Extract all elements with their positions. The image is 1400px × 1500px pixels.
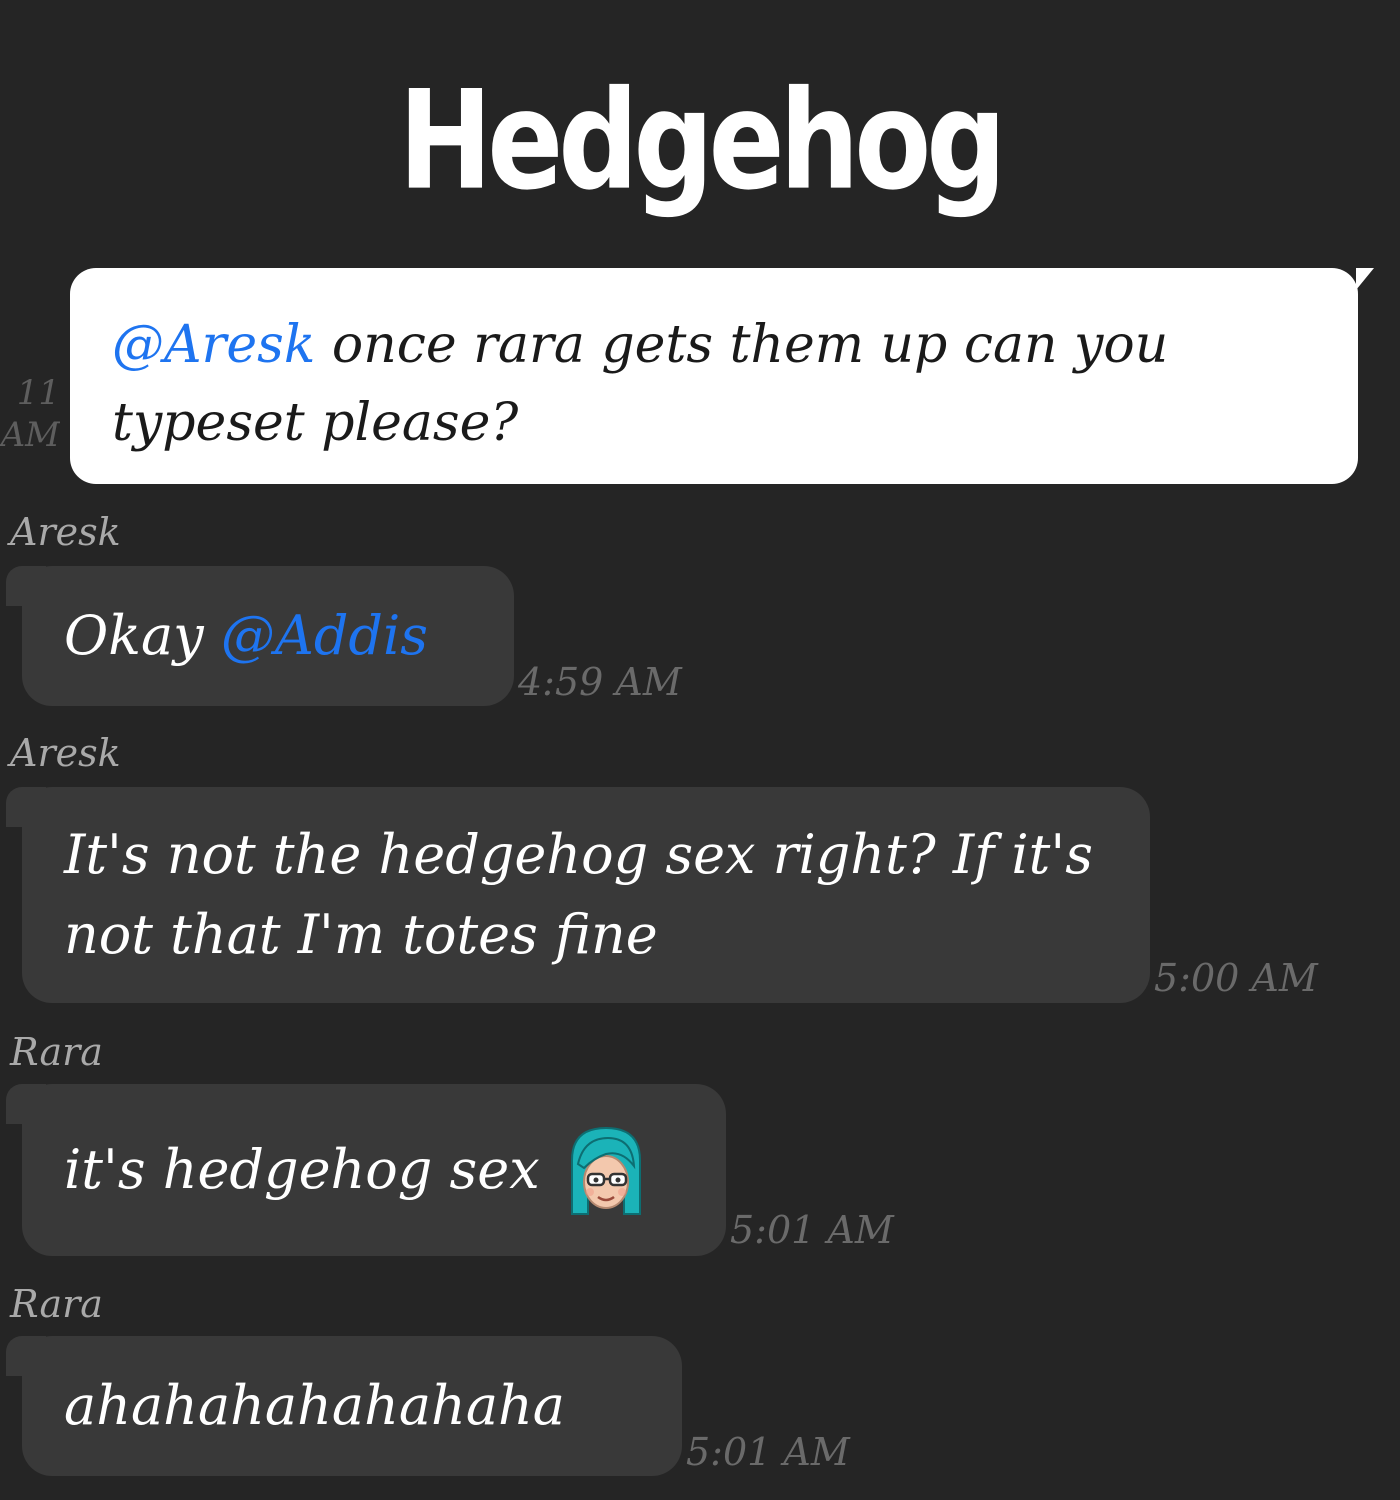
chat-title: Hedgehog [398,62,1007,221]
message-text: Okay [64,604,221,667]
incoming-message-bubble[interactable]: ahahahahahahaha [6,1336,682,1476]
message-text: ahahahahahahaha [64,1374,566,1437]
bubble-corner [6,1336,46,1376]
mention-link[interactable]: @Aresk [112,315,315,375]
bubble-tail [1356,268,1374,290]
mention-link[interactable]: @Addis [221,604,428,667]
sender-name[interactable]: Aresk [10,731,121,775]
sender-name[interactable]: Rara [10,1282,103,1326]
message-timestamp: 5:00 AM [1154,956,1318,1000]
bubble-corner [6,1084,46,1124]
message-text: it's hedgehog sex [64,1138,540,1201]
message-timestamp: 5:01 AM [730,1208,894,1252]
message-timestamp: 4:59 AM [518,660,682,704]
message-text: It's not the hedgehog sex right? If it's… [64,823,1093,966]
incoming-message-bubble[interactable]: it's hedgehog sex [6,1084,726,1256]
bubble-corner [6,787,46,827]
message-timestamp: 5:01 AM [686,1430,850,1474]
incoming-message-bubble[interactable]: Okay @Addis [6,566,514,706]
message-timestamp-partial: 11 AM [0,373,60,455]
sender-name[interactable]: Rara [10,1030,103,1074]
sender-name[interactable]: Aresk [10,510,121,554]
incoming-message-bubble[interactable]: It's not the hedgehog sex right? If it's… [6,787,1150,1003]
avatar-sticker-icon [570,1126,641,1215]
outgoing-message-bubble[interactable]: @Aresk once rara gets them up can you ty… [70,268,1374,484]
bubble-corner [6,566,46,606]
